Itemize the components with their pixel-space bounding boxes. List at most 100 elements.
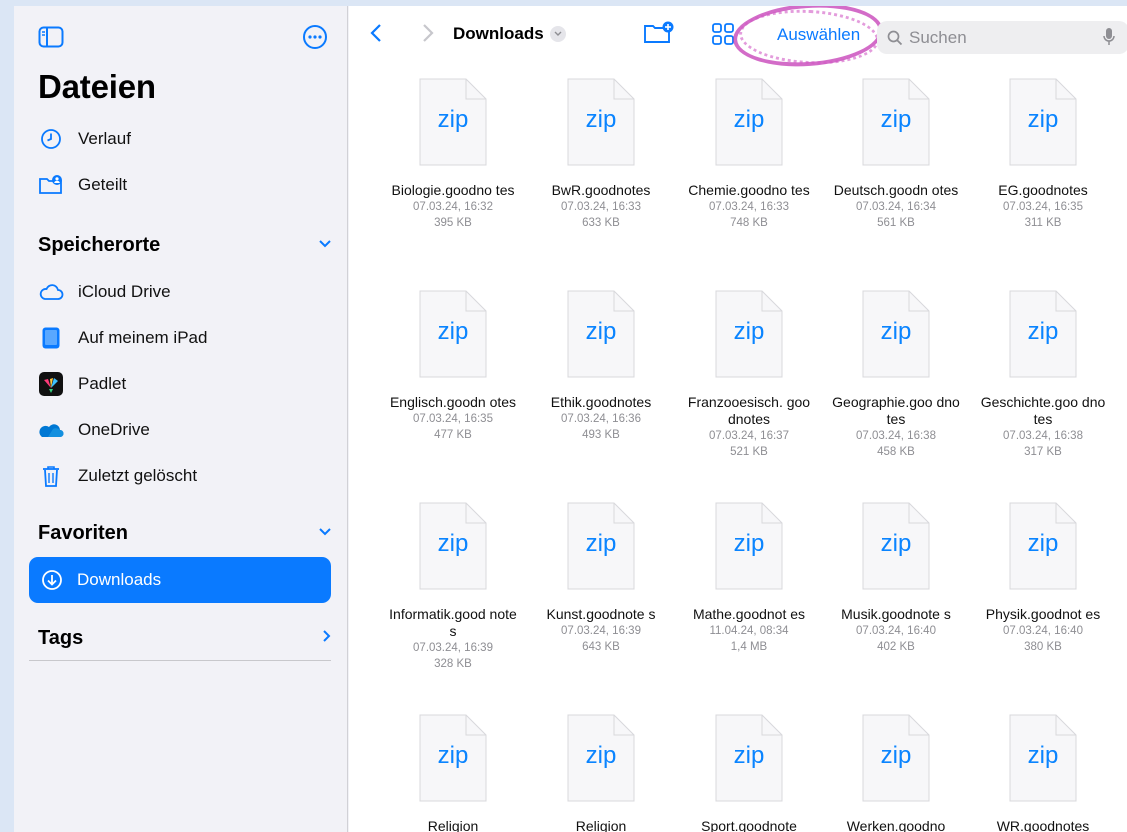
trash-icon: [38, 463, 64, 489]
more-options-icon[interactable]: [302, 24, 328, 55]
sidebar-item-icloud-drive[interactable]: iCloud Drive: [38, 272, 328, 312]
file-name: WR.goodnotes: [996, 818, 1090, 832]
file-date: 07.03.24, 16:39: [413, 642, 493, 654]
file-name: Musik.goodnote s: [841, 606, 951, 622]
chevron-right-icon[interactable]: [322, 629, 332, 648]
back-chevron-icon[interactable]: [369, 22, 383, 49]
grid-view-icon[interactable]: [711, 22, 735, 51]
file-date: 11.04.24, 08:34: [709, 625, 789, 637]
file-size: 328 KB: [434, 658, 472, 670]
file-item[interactable]: zip Sport.goodnote: [679, 714, 819, 832]
file-extension: zip: [585, 530, 617, 557]
search-field[interactable]: Suchen: [877, 21, 1127, 54]
zip-file-icon: zip: [862, 78, 930, 166]
sidebar-item-recently-deleted[interactable]: Zuletzt gelöscht: [38, 456, 328, 496]
section-header-speicherorte[interactable]: Speicherorte: [38, 230, 332, 260]
file-item[interactable]: zip Religion: [531, 714, 671, 832]
file-item[interactable]: zip Musik.goodnote s 07.03.24, 16:40 402 KB: [826, 502, 966, 655]
chevron-down-icon[interactable]: [549, 26, 566, 42]
sidebar: Dateien Verlauf Geteilt Speicherorte iCl…: [14, 6, 348, 832]
search-placeholder: Suchen: [909, 27, 967, 47]
zip-file-icon: zip: [862, 714, 930, 802]
file-date: 07.03.24, 16:38: [1003, 430, 1083, 442]
sidebar-item-label: OneDrive: [78, 420, 150, 439]
file-item[interactable]: zip Ethik.goodnotes 07.03.24, 16:36 493 KB: [531, 290, 671, 443]
select-button[interactable]: Auswählen: [777, 25, 860, 45]
sidebar-item-geteilt[interactable]: Geteilt: [38, 165, 328, 205]
section-header-tags[interactable]: Tags: [38, 623, 332, 653]
file-extension: zip: [1027, 106, 1059, 133]
file-item[interactable]: zip EG.goodnotes 07.03.24, 16:35 311 KB: [973, 78, 1113, 231]
file-size: 380 KB: [1024, 641, 1062, 653]
folder-title[interactable]: Downloads: [453, 24, 566, 44]
file-size: 402 KB: [877, 641, 915, 653]
file-size: 633 KB: [582, 217, 620, 229]
sidebar-title: Dateien: [38, 68, 156, 105]
file-name: Sport.goodnote: [701, 818, 797, 832]
file-date: 07.03.24, 16:32: [413, 201, 493, 213]
file-item[interactable]: zip Physik.goodnot es 07.03.24, 16:40 380 K…: [973, 502, 1113, 655]
file-item[interactable]: zip Religion: [383, 714, 523, 832]
sidebar-item-label: Downloads: [77, 570, 162, 589]
section-header-favoriten[interactable]: Favoriten: [38, 518, 332, 548]
file-name: Geographie.goo dnotes: [832, 394, 960, 427]
file-extension: zip: [437, 530, 469, 557]
zip-file-icon: zip: [419, 502, 487, 590]
file-name: Kunst.goodnote s: [546, 606, 656, 622]
file-date: 07.03.24, 16:33: [561, 201, 641, 213]
zip-file-icon: zip: [1009, 714, 1077, 802]
file-extension: zip: [1027, 318, 1059, 345]
zip-file-icon: zip: [567, 78, 635, 166]
zip-file-icon: zip: [862, 290, 930, 378]
file-item[interactable]: zip Chemie.goodno tes 07.03.24, 16:33 748 K…: [679, 78, 819, 231]
ipad-icon: [38, 325, 64, 351]
sidebar-item-label: Auf meinem iPad: [78, 328, 208, 347]
file-name: Englisch.goodn otes: [389, 394, 517, 410]
sidebar-item-ipad[interactable]: Auf meinem iPad: [38, 318, 328, 358]
sidebar-item-verlauf[interactable]: Verlauf: [38, 119, 328, 159]
file-item[interactable]: zip Kunst.goodnote s 07.03.24, 16:39 643 KB: [531, 502, 671, 655]
file-item[interactable]: zip BwR.goodnotes 07.03.24, 16:33 633 KB: [531, 78, 671, 231]
download-icon: [39, 567, 65, 593]
microphone-icon[interactable]: [1103, 27, 1115, 52]
sidebar-item-onedrive[interactable]: OneDrive: [38, 410, 328, 450]
sidebar-divider: [29, 660, 331, 661]
file-extension: zip: [733, 106, 765, 133]
new-folder-icon[interactable]: [643, 21, 675, 50]
sidebar-toggle-icon[interactable]: [38, 26, 64, 53]
file-extension: zip: [733, 318, 765, 345]
file-extension: zip: [1027, 530, 1059, 557]
file-size: 317 KB: [1024, 446, 1062, 458]
file-name: Religion: [427, 818, 479, 832]
file-item[interactable]: zip Geographie.goo dnotes 07.03.24, 16:38 4…: [826, 290, 966, 460]
file-item[interactable]: zip Deutsch.goodn otes 07.03.24, 16:34 561 …: [826, 78, 966, 231]
file-extension: zip: [585, 742, 617, 769]
file-item[interactable]: zip Geschichte.goo dnotes 07.03.24, 16:38 3…: [973, 290, 1113, 460]
file-date: 07.03.24, 16:38: [856, 430, 936, 442]
file-item[interactable]: zip Franzooesisch. goodnotes 07.03.24, 16:…: [679, 290, 819, 460]
zip-file-icon: zip: [419, 714, 487, 802]
chevron-down-icon[interactable]: [318, 524, 332, 542]
file-item[interactable]: zip Mathe.goodnot es 11.04.24, 08:34 1,4 MB: [679, 502, 819, 655]
file-item[interactable]: zip Informatik.good notes 07.03.24, 16:39 3…: [383, 502, 523, 672]
sidebar-item-downloads[interactable]: Downloads: [29, 557, 331, 603]
zip-file-icon: zip: [419, 290, 487, 378]
zip-file-icon: zip: [419, 78, 487, 166]
file-size: 458 KB: [877, 446, 915, 458]
chevron-down-icon[interactable]: [318, 236, 332, 254]
file-item[interactable]: zip Biologie.goodno tes 07.03.24, 16:32 395…: [383, 78, 523, 231]
file-item[interactable]: zip WR.goodnotes: [973, 714, 1113, 832]
file-date: 07.03.24, 16:35: [1003, 201, 1083, 213]
file-extension: zip: [1027, 742, 1059, 769]
sidebar-item-padlet[interactable]: Padlet: [38, 364, 328, 404]
file-item[interactable]: zip Werken.goodno: [826, 714, 966, 832]
file-extension: zip: [880, 742, 912, 769]
forward-chevron-icon[interactable]: [421, 22, 435, 49]
file-item[interactable]: zip Englisch.goodn otes 07.03.24, 16:35 477…: [383, 290, 523, 443]
clock-icon: [38, 126, 64, 152]
file-name: Physik.goodnot es: [985, 606, 1101, 622]
zip-file-icon: zip: [715, 290, 783, 378]
zip-file-icon: zip: [1009, 502, 1077, 590]
file-extension: zip: [733, 530, 765, 557]
file-name: Franzooesisch. goodnotes: [687, 394, 811, 427]
